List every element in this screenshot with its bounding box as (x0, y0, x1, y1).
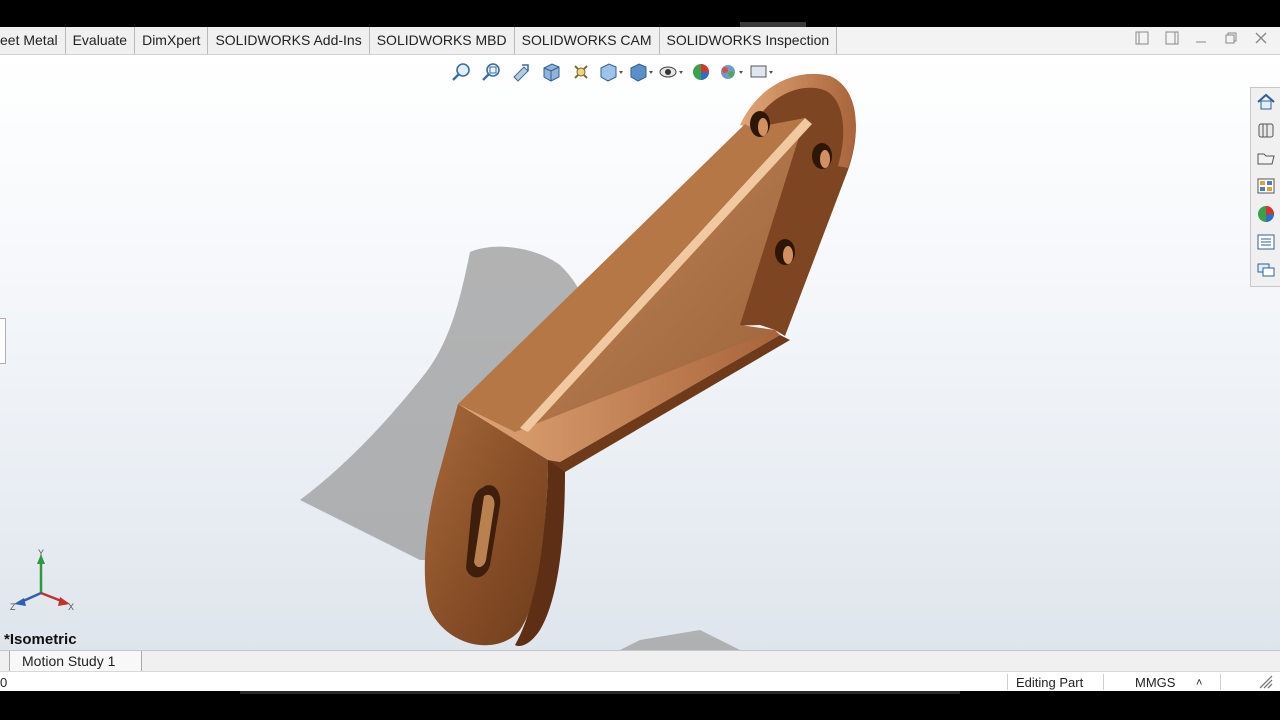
edit-appearance-icon[interactable] (686, 59, 716, 85)
unit-system-selector[interactable]: MMGS (1135, 672, 1175, 692)
close-icon[interactable] (1251, 31, 1271, 51)
upright-hole-3-wall (783, 246, 793, 264)
taskbar-strip (240, 691, 960, 694)
triad-x-label: X (68, 602, 74, 612)
hide-show-items-icon[interactable] (656, 59, 686, 85)
restore-left-icon[interactable] (1132, 31, 1152, 51)
reference-triad[interactable]: Y X Z (8, 548, 78, 618)
tab-solidworks-inspection[interactable]: SOLIDWORKS Inspection (659, 27, 838, 54)
triad-y-label: Y (38, 548, 44, 558)
dynamic-annotation-icon[interactable] (566, 59, 596, 85)
view-orientation-icon[interactable] (596, 59, 626, 85)
unit-system-arrow[interactable]: ˄ (1196, 672, 1202, 692)
display-style-icon[interactable] (626, 59, 656, 85)
status-editing: Editing Part (1016, 675, 1084, 690)
command-manager-tabs: eet Metal Evaluate DimXpert SOLIDWORKS A… (0, 27, 838, 54)
tab-solidworks-add-ins[interactable]: SOLIDWORKS Add-Ins (208, 27, 370, 54)
triad-z-label: Z (10, 602, 16, 612)
window-title-bar (0, 0, 1280, 27)
feature-manager-flyout-handle[interactable] (0, 318, 6, 364)
file-explorer-icon[interactable] (1251, 144, 1280, 172)
restore-right-icon[interactable] (1162, 31, 1182, 51)
appearances-icon[interactable] (1251, 200, 1280, 228)
minimize-icon[interactable] (1191, 31, 1211, 51)
status-divider (1220, 674, 1221, 690)
solidworks-resources-icon[interactable] (1251, 88, 1280, 116)
screen-bottom-border (0, 691, 1280, 720)
maximize-icon[interactable] (1221, 31, 1241, 51)
upright-hole-1-wall (758, 118, 768, 136)
design-library-icon[interactable] (1251, 116, 1280, 144)
tab-sheet-metal[interactable]: eet Metal (0, 27, 66, 54)
zoom-to-area-icon[interactable] (476, 59, 506, 85)
apply-scene-icon[interactable] (716, 59, 746, 85)
resize-grip-icon[interactable] (1254, 672, 1274, 692)
forum-icon[interactable] (1251, 256, 1280, 284)
heads-up-view-toolbar (446, 59, 776, 85)
view-settings-icon[interactable] (746, 59, 776, 85)
previous-view-icon[interactable] (506, 59, 536, 85)
status-bar: 0 Editing Part MMGS ˄ (0, 671, 1280, 692)
task-pane (1250, 87, 1280, 287)
zoom-to-fit-icon[interactable] (446, 59, 476, 85)
status-divider (1007, 674, 1008, 690)
graphics-area[interactable]: Y X Z *Isometric (0, 55, 1280, 650)
tab-dimxpert[interactable]: DimXpert (135, 27, 209, 54)
tab-evaluate[interactable]: Evaluate (65, 27, 136, 54)
upright-hole-2-wall (820, 150, 830, 168)
tab-solidworks-mbd[interactable]: SOLIDWORKS MBD (369, 27, 515, 54)
bracket-model[interactable] (280, 69, 900, 650)
model-shadow-lower (620, 630, 740, 650)
status-divider (1103, 674, 1104, 690)
view-orientation-label: *Isometric (4, 631, 77, 648)
section-view-icon[interactable] (536, 59, 566, 85)
triad-z-arrow (14, 598, 26, 606)
custom-properties-icon[interactable] (1251, 228, 1280, 256)
tab-solidworks-cam[interactable]: SOLIDWORKS CAM (514, 27, 660, 54)
motion-study-bar: Motion Study 1 (0, 650, 1280, 672)
status-left-text: 0 (0, 675, 8, 690)
view-palette-icon[interactable] (1251, 172, 1280, 200)
command-manager: eet Metal Evaluate DimXpert SOLIDWORKS A… (0, 27, 1280, 55)
tab-motion-study-1[interactable]: Motion Study 1 (9, 651, 142, 671)
